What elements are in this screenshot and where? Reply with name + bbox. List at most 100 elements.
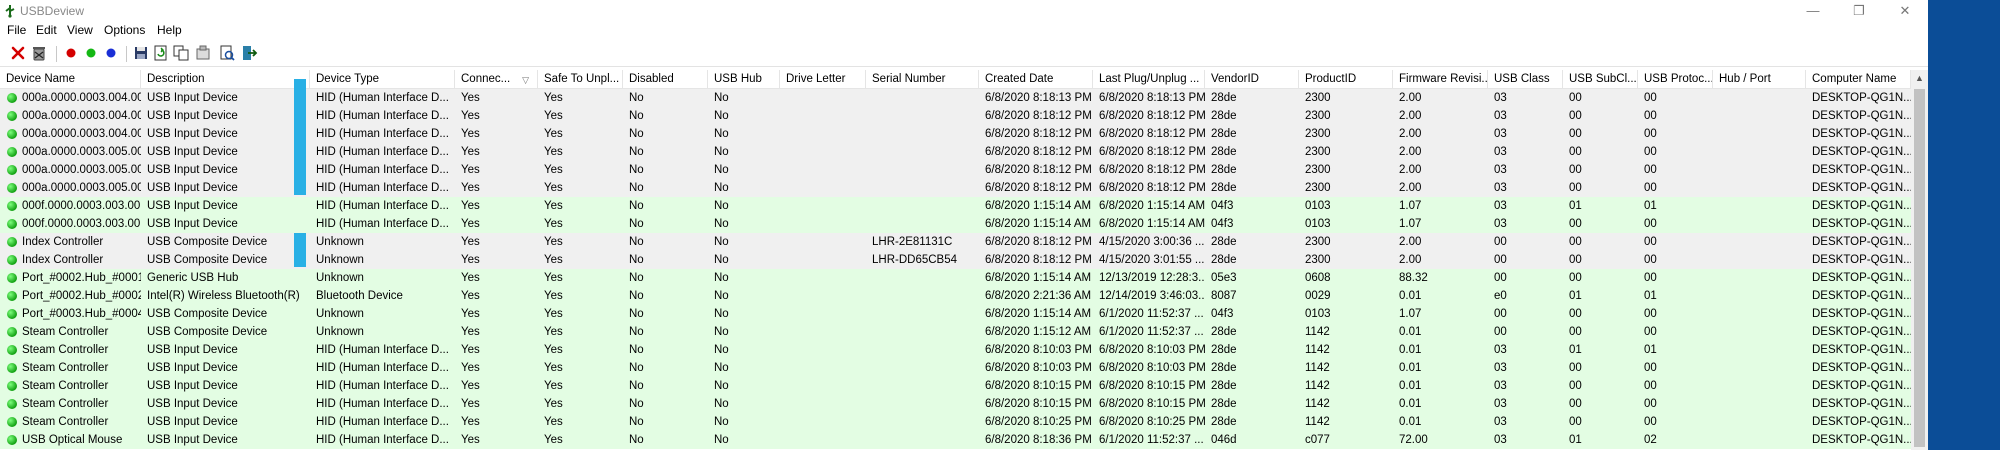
- cell-usb-subclass: 00: [1569, 110, 1582, 122]
- menu-edit[interactable]: Edit: [36, 23, 57, 37]
- exit-icon[interactable]: [240, 44, 258, 62]
- cell-serial-number: [866, 125, 979, 143]
- cell-created-date: 6/8/2020 1:15:12 AM: [985, 326, 1092, 338]
- table-row[interactable]: 000a.0000.0003.005.00... USB Input Device…: [0, 161, 1911, 179]
- column-header-disabled[interactable]: Disabled: [623, 70, 708, 88]
- table-row[interactable]: USB Optical Mouse USB Input Device HID (Hu…: [0, 431, 1911, 449]
- red-ball-icon[interactable]: [62, 44, 80, 62]
- cell-usb-hub: No: [714, 146, 729, 158]
- scroll-up-arrow-icon[interactable]: ▲: [1911, 70, 1928, 87]
- column-header-connected[interactable]: Connec... ▽: [455, 70, 538, 88]
- device-list: Device Name Description Device Type Connec.…: [0, 70, 1928, 450]
- cell-firmware-revision: 2.00: [1399, 146, 1422, 158]
- save-icon[interactable]: [132, 44, 150, 62]
- table-row[interactable]: Steam Controller USB Input Device HID (Hum…: [0, 341, 1911, 359]
- restore-button[interactable]: ❐: [1836, 0, 1882, 22]
- cell-device-name: 000f.0000.0003.003.00...: [0, 215, 141, 233]
- table-row[interactable]: 000a.0000.0003.004.00... USB Input Device…: [0, 125, 1911, 143]
- cell-created-date: 6/8/2020 8:18:36 PM: [985, 434, 1092, 446]
- cell-connected: Yes: [461, 380, 480, 392]
- cell-computer-name: DESKTOP-QG1N...: [1812, 398, 1911, 410]
- device-name-text: 000f.0000.0003.003.00...: [22, 218, 141, 230]
- blue-ball-icon[interactable]: [102, 44, 120, 62]
- cell-serial-number: [866, 107, 979, 125]
- column-header-safe-to-unplug[interactable]: Safe To Unpl...: [538, 70, 623, 88]
- table-row[interactable]: Steam Controller USB Input Device HID (Hum…: [0, 395, 1911, 413]
- table-row[interactable]: Index Controller USB Composite Device Unkn…: [0, 233, 1911, 251]
- menu-file[interactable]: File: [7, 23, 26, 37]
- table-row[interactable]: Steam Controller USB Input Device HID (Hum…: [0, 377, 1911, 395]
- table-row[interactable]: 000f.0000.0003.003.00... USB Input Device…: [0, 215, 1911, 233]
- table-row[interactable]: 000a.0000.0003.004.00... USB Input Device…: [0, 107, 1911, 125]
- refresh-icon[interactable]: [152, 44, 170, 62]
- cell-connected: Yes: [461, 164, 480, 176]
- column-header-firmware-revision[interactable]: Firmware Revisi...: [1393, 70, 1488, 88]
- toolbar: [0, 40, 1928, 67]
- scrollbar-thumb[interactable]: [1914, 89, 1925, 447]
- table-row[interactable]: Port_#0003.Hub_#0004 USB Composite Device…: [0, 305, 1911, 323]
- column-header-usb-class[interactable]: USB Class: [1488, 70, 1563, 88]
- table-row[interactable]: Steam Controller USB Composite Device Unkn…: [0, 323, 1911, 341]
- table-row[interactable]: 000f.0000.0003.003.00... USB Input Device…: [0, 197, 1911, 215]
- column-header-device-type[interactable]: Device Type: [310, 70, 455, 88]
- menu-view[interactable]: View: [67, 23, 93, 37]
- column-header-created-date[interactable]: Created Date: [979, 70, 1093, 88]
- column-header-usb-subclass[interactable]: USB SubCl...: [1563, 70, 1638, 88]
- column-header-last-plug-unplug[interactable]: Last Plug/Unplug ...: [1093, 70, 1205, 88]
- cell-serial-number: [866, 215, 979, 233]
- cell-firmware-revision: 0.01: [1399, 344, 1422, 356]
- column-header-hub-port[interactable]: Hub / Port: [1713, 70, 1806, 88]
- cell-usb-protocol: 00: [1644, 182, 1657, 194]
- cell-usb-subclass: 00: [1569, 164, 1582, 176]
- minimize-button[interactable]: —: [1790, 0, 1836, 22]
- cell-safe-to-unplug: Yes: [544, 308, 563, 320]
- cell-disabled: No: [629, 362, 644, 374]
- title-bar[interactable]: USBDeview — ❐ ✕: [0, 0, 1928, 22]
- close-button[interactable]: ✕: [1882, 0, 1928, 22]
- table-row[interactable]: Index Controller USB Composite Device Unkn…: [0, 251, 1911, 269]
- cell-usb-class: 03: [1494, 182, 1507, 194]
- cell-vendor-id: 28de: [1211, 182, 1237, 194]
- vertical-scrollbar[interactable]: ▲: [1911, 70, 1928, 450]
- menu-options[interactable]: Options: [104, 23, 145, 37]
- properties-icon[interactable]: [194, 44, 212, 62]
- column-header-computer-name[interactable]: Computer Name: [1806, 70, 1911, 88]
- status-green-ball-icon: [7, 291, 17, 301]
- green-ball-icon[interactable]: [82, 44, 100, 62]
- cell-device-name: 000a.0000.0003.005.00...: [0, 179, 141, 197]
- cell-created-date: 6/8/2020 8:18:12 PM: [985, 164, 1092, 176]
- cell-firmware-revision: 0.01: [1399, 290, 1422, 302]
- html-report-icon[interactable]: [218, 44, 236, 62]
- cell-hub-port: [1713, 143, 1806, 161]
- column-header-usb-protocol[interactable]: USB Protoc...: [1638, 70, 1713, 88]
- table-row[interactable]: Port_#0002.Hub_#0002 Intel(R) Wireless Bl…: [0, 287, 1911, 305]
- table-row[interactable]: Steam Controller USB Input Device HID (Hum…: [0, 359, 1911, 377]
- cell-usb-protocol: 00: [1644, 218, 1657, 230]
- cell-usb-protocol: 00: [1644, 254, 1657, 266]
- column-header-product-id[interactable]: ProductID: [1299, 70, 1393, 88]
- cell-device-name: 000a.0000.0003.004.00...: [0, 125, 141, 143]
- cell-device-name: 000a.0000.0003.004.00...: [0, 89, 141, 107]
- cell-drive-letter: [780, 413, 866, 431]
- cell-serial-number: [866, 431, 979, 449]
- column-header-description[interactable]: Description: [141, 70, 310, 88]
- table-row[interactable]: Steam Controller USB Input Device HID (Hum…: [0, 413, 1911, 431]
- uninstall-icon[interactable]: [30, 44, 48, 62]
- cell-device-type: HID (Human Interface D...: [316, 416, 449, 428]
- menu-help[interactable]: Help: [157, 23, 182, 37]
- table-row[interactable]: 000a.0000.0003.005.00... USB Input Device…: [0, 143, 1911, 161]
- column-header-drive-letter[interactable]: Drive Letter: [780, 70, 866, 88]
- table-row[interactable]: 000a.0000.0003.004.00... USB Input Device…: [0, 89, 1911, 107]
- cell-created-date: 6/8/2020 8:18:12 PM: [985, 146, 1092, 158]
- column-header-vendor-id[interactable]: VendorID: [1205, 70, 1299, 88]
- table-row[interactable]: Port_#0002.Hub_#0001 Generic USB Hub Unkno…: [0, 269, 1911, 287]
- cell-drive-letter: [780, 395, 866, 413]
- table-row[interactable]: 000a.0000.0003.005.00... USB Input Device…: [0, 179, 1911, 197]
- column-header-device-name[interactable]: Device Name: [0, 70, 141, 88]
- copy-icon[interactable]: [172, 44, 190, 62]
- disconnect-icon[interactable]: [9, 44, 27, 62]
- column-header-serial-number[interactable]: Serial Number: [866, 70, 979, 88]
- status-green-ball-icon: [7, 255, 17, 265]
- column-header-usb-hub[interactable]: USB Hub: [708, 70, 780, 88]
- cell-serial-number: [866, 413, 979, 431]
